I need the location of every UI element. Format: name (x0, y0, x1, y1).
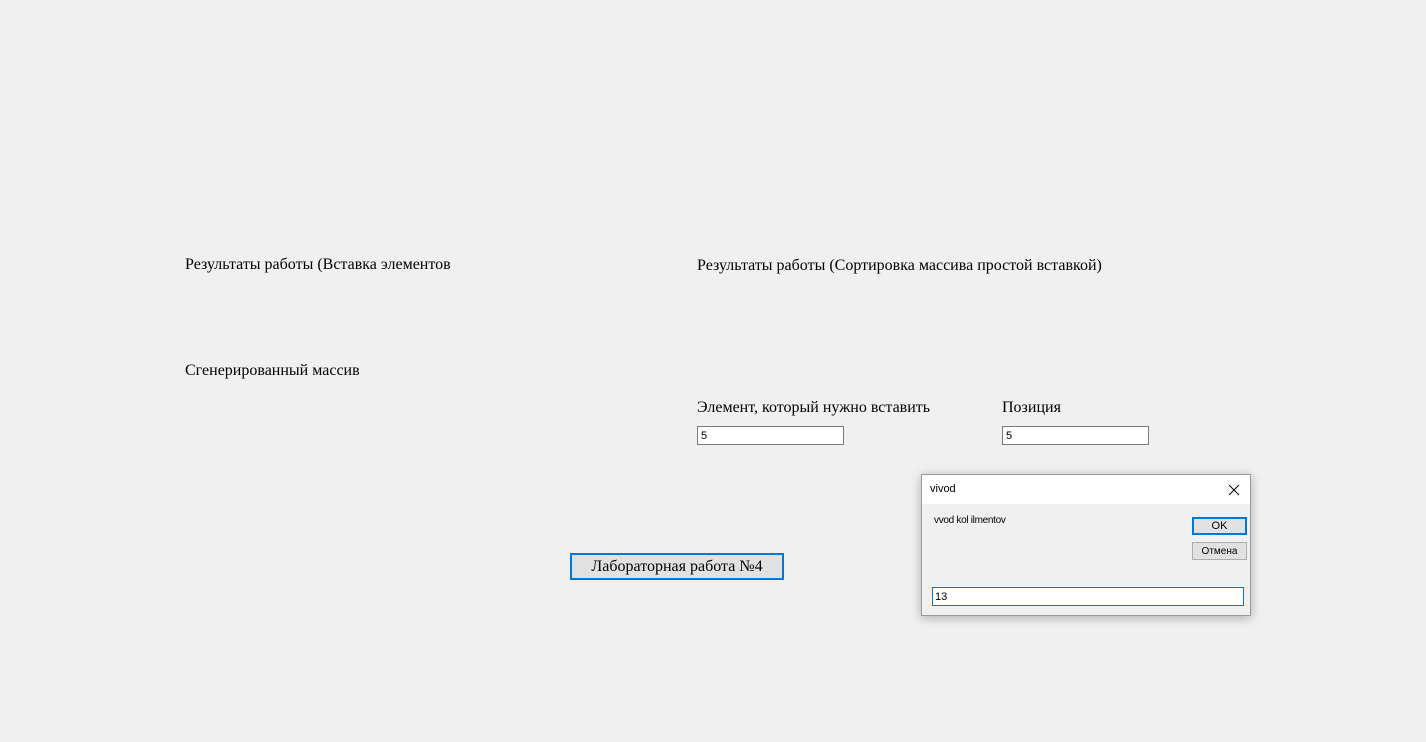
dialog-prompt: vvod kol ilmentov (934, 515, 1006, 526)
element-input[interactable] (697, 426, 844, 445)
cancel-button[interactable]: Отмена (1192, 542, 1247, 560)
ok-button[interactable]: OK (1192, 517, 1247, 535)
lab-work-button[interactable]: Лабораторная работа №4 (570, 553, 784, 580)
position-label: Позиция (1002, 399, 1061, 416)
generated-array-label: Сгенерированный массив (185, 362, 360, 379)
results-sort-label: Результаты работы (Сортировка массива пр… (697, 257, 1102, 274)
close-icon[interactable] (1224, 480, 1244, 500)
results-insert-label: Результаты работы (Вставка элементов (185, 256, 451, 273)
element-to-insert-label: Элемент, который нужно вставить (697, 399, 931, 416)
dialog-title: vivod (930, 483, 956, 495)
input-dialog: vivod vvod kol ilmentov OK Отмена (921, 474, 1251, 616)
dialog-input[interactable] (932, 587, 1244, 606)
position-input[interactable] (1002, 426, 1149, 445)
dialog-titlebar[interactable]: vivod (922, 475, 1250, 504)
